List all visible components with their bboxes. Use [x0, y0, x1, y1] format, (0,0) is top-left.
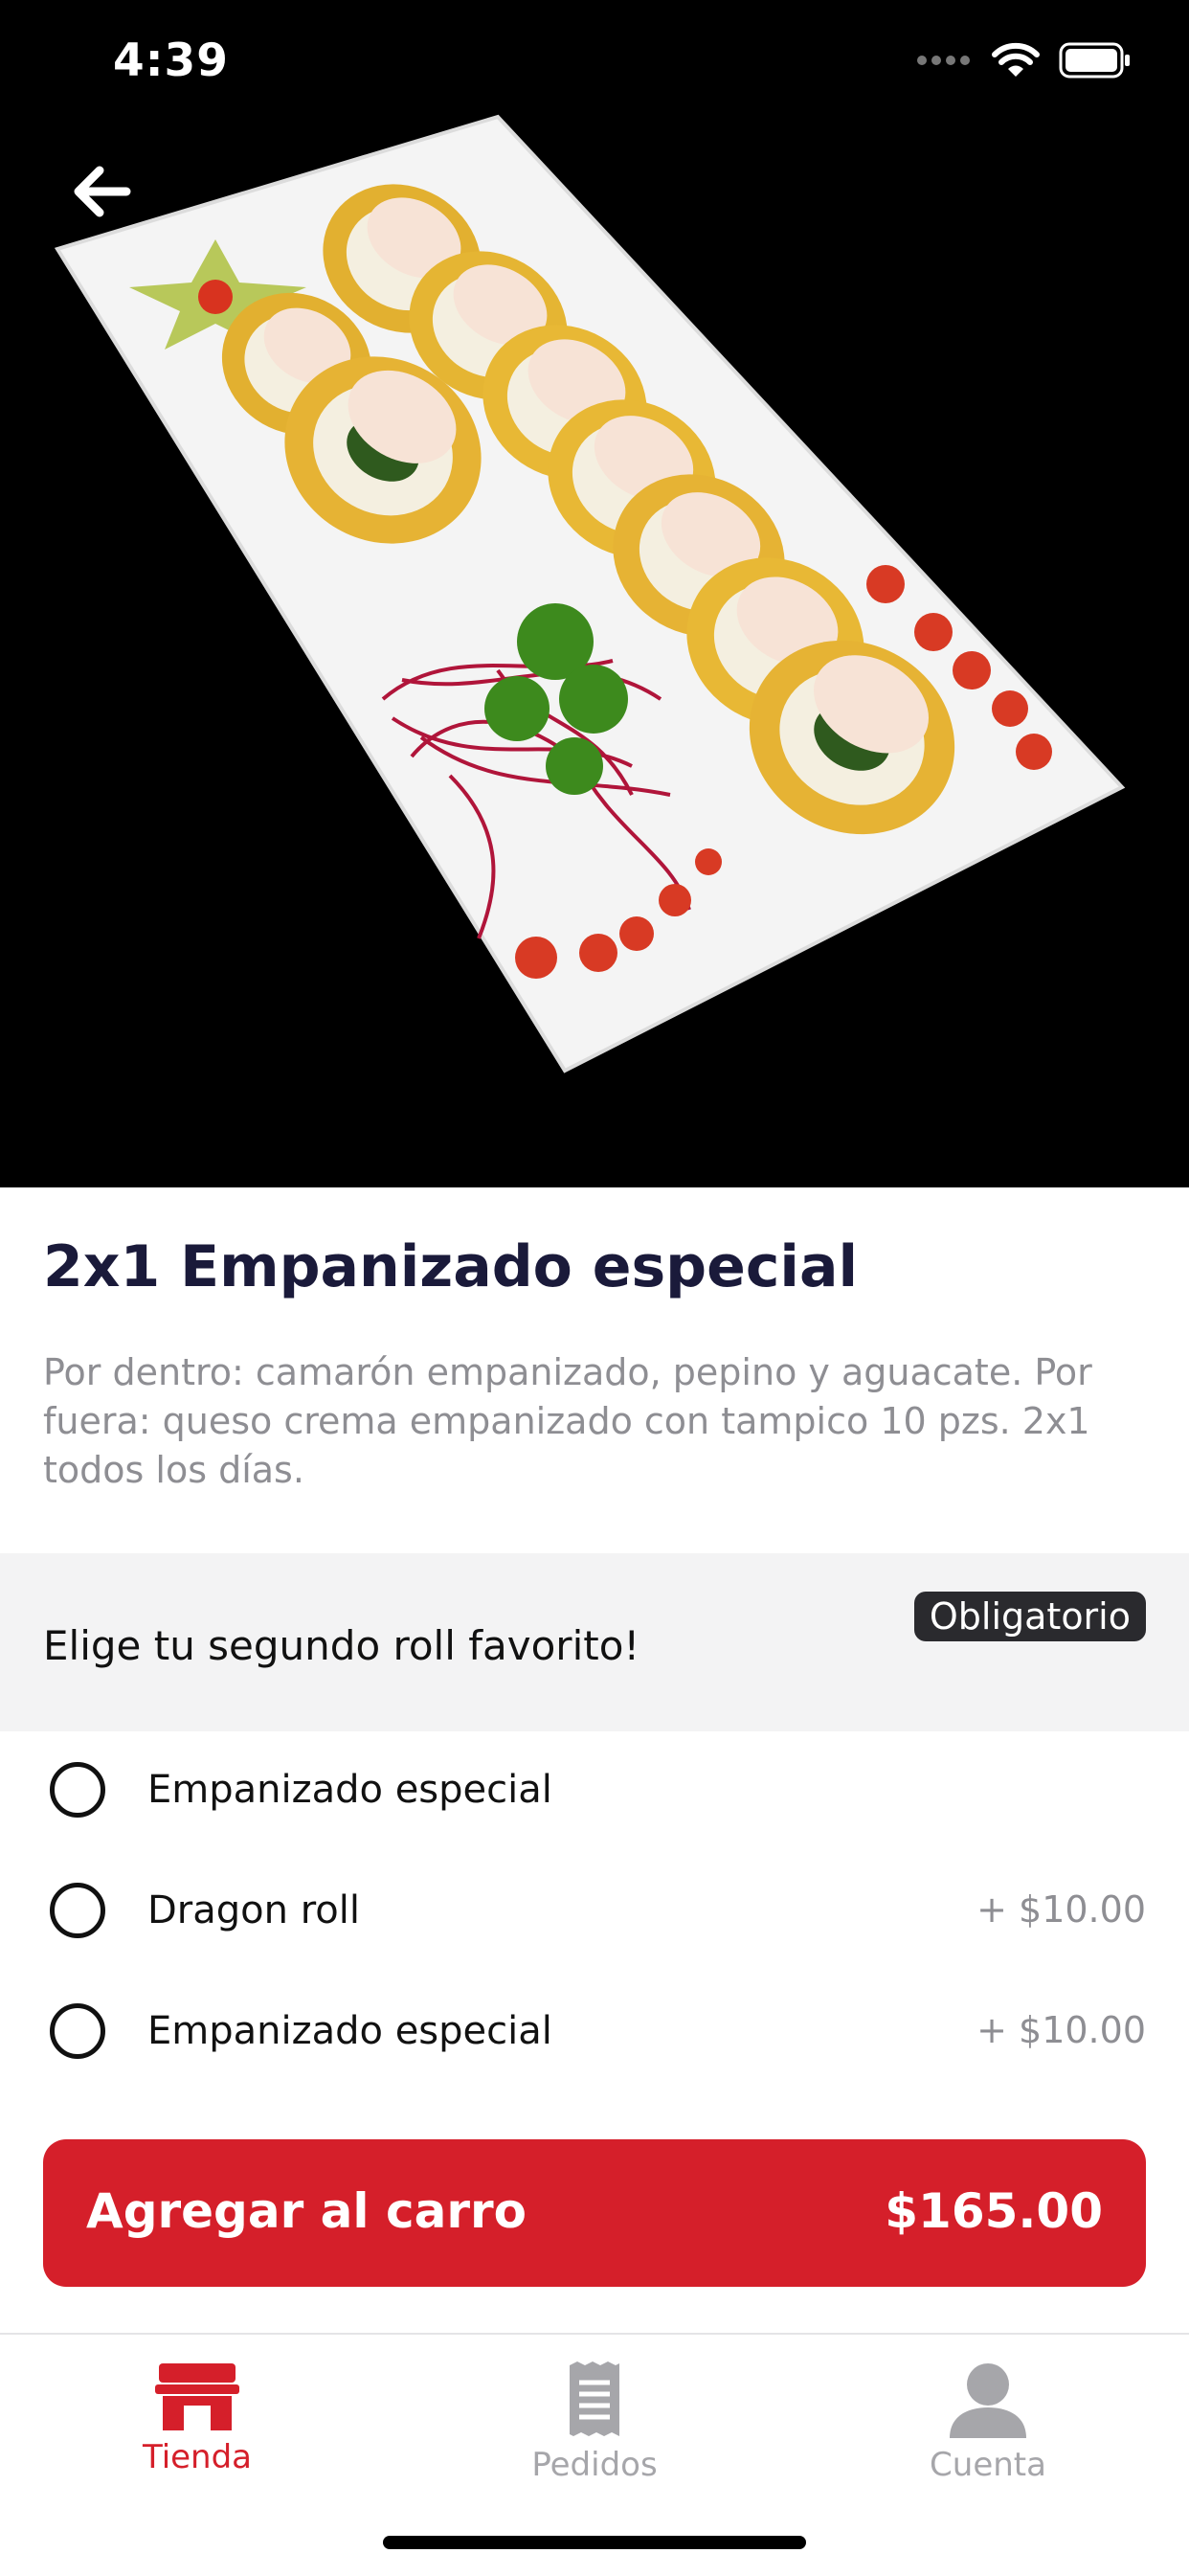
required-badge: Obligatorio	[913, 1592, 1146, 1641]
tab-pedidos[interactable]: Pedidos	[480, 2361, 709, 2524]
option-group-title: Elige tu segundo roll favorito!	[43, 1622, 640, 1669]
tab-label: Pedidos	[531, 2446, 658, 2484]
radio-button[interactable]	[50, 1762, 105, 1818]
option-label: Empanizado especial	[147, 2009, 552, 2053]
back-arrow-icon	[74, 166, 131, 217]
back-button[interactable]	[67, 163, 136, 220]
battery-icon	[1059, 42, 1130, 79]
product-description: Por dentro: camarón empanizado, pepino y…	[43, 1351, 1092, 1491]
add-to-cart-label: Agregar al carro	[86, 2183, 527, 2239]
wifi-icon	[992, 42, 1040, 77]
tab-tienda[interactable]: Tienda	[82, 2361, 312, 2524]
radio-button[interactable]	[50, 1883, 105, 1938]
product-hero-image: 4:39	[0, 0, 1189, 1187]
home-indicator[interactable]	[383, 2536, 806, 2549]
sushi-plate-image	[54, 114, 1126, 1073]
cart-total-price: $165.00	[885, 2183, 1103, 2239]
product-title: 2x1 Empanizado especial	[43, 1233, 859, 1300]
signal-icon	[917, 56, 970, 65]
store-icon	[155, 2363, 239, 2430]
option-row-dragon-roll[interactable]: Dragon roll + $10.00	[0, 1854, 1189, 1969]
tab-label: Tienda	[142, 2438, 253, 2476]
option-row-empanizado-especial-2[interactable]: Empanizado especial + $10.00	[0, 1975, 1189, 2090]
option-group-header: Elige tu segundo roll favorito! Obligato…	[0, 1553, 1189, 1731]
add-to-cart-button[interactable]: Agregar al carro $165.00	[43, 2139, 1146, 2287]
option-label: Dragon roll	[147, 1888, 360, 1932]
status-indicators	[917, 42, 1132, 79]
option-row-empanizado-especial[interactable]: Empanizado especial	[0, 1733, 1189, 1848]
receipt-icon	[570, 2361, 619, 2436]
tab-cuenta[interactable]: Cuenta	[873, 2361, 1103, 2524]
option-price: + $10.00	[976, 2009, 1146, 2051]
option-price: + $10.00	[976, 1888, 1146, 1931]
person-icon	[950, 2363, 1026, 2438]
radio-button[interactable]	[50, 2003, 105, 2059]
status-bar: 4:39	[0, 0, 1189, 134]
option-label: Empanizado especial	[147, 1768, 552, 1812]
status-time: 4:39	[113, 34, 229, 87]
tab-label: Cuenta	[930, 2446, 1046, 2484]
